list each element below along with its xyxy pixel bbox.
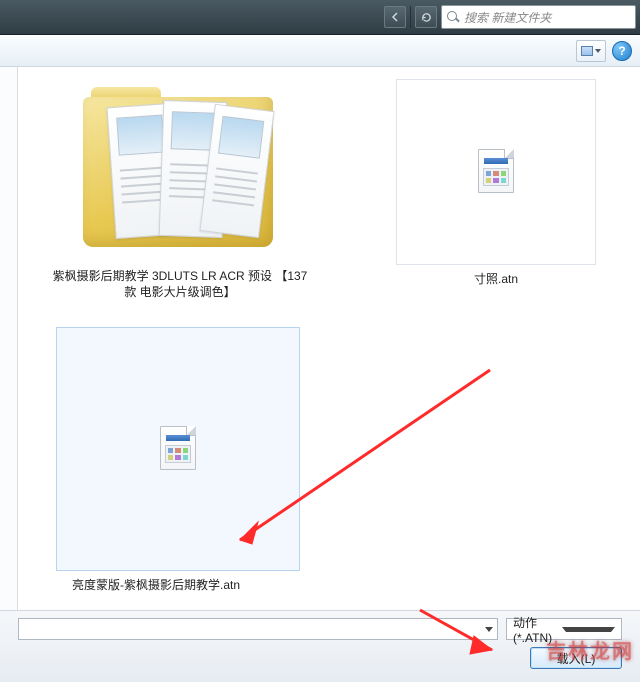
address-bar: 搜索 新建文件夹	[0, 0, 640, 35]
file-label: 紫枫摄影后期教学 3DLUTS LR ACR 预设 【137款 电影大片级调色】	[50, 268, 310, 300]
search-placeholder: 搜索 新建文件夹	[464, 9, 551, 26]
thumbnails-icon	[581, 46, 593, 56]
file-item-atn-selected[interactable]: 亮度蒙版-紫枫摄影后期教学.atn	[56, 327, 300, 593]
separator	[410, 6, 411, 28]
file-item-atn[interactable]: 寸照.atn	[396, 79, 596, 287]
watermark: 吉林龙网	[546, 635, 634, 664]
file-list[interactable]: 紫枫摄影后期教学 3DLUTS LR ACR 预设 【137款 电影大片级调色】…	[18, 67, 640, 610]
nav-back-button[interactable]	[384, 6, 406, 28]
sidebar[interactable]	[0, 67, 18, 610]
folder-item[interactable]: 紫枫摄影后期教学 3DLUTS LR ACR 预设 【137款 电影大片级调色】	[50, 79, 310, 300]
file-label: 亮度蒙版-紫枫摄影后期教学.atn	[56, 577, 256, 593]
chevron-down-icon	[562, 627, 615, 632]
search-input[interactable]: 搜索 新建文件夹	[441, 5, 636, 29]
folder-icon	[65, 79, 295, 259]
dialog-footer: 动作 (*.ATN) 载入(L)	[0, 610, 640, 682]
atn-file-icon	[472, 148, 520, 196]
help-button[interactable]: ?	[612, 41, 632, 61]
view-mode-button[interactable]	[576, 40, 606, 62]
file-label: 寸照.atn	[396, 271, 596, 287]
atn-file-icon	[154, 425, 202, 473]
help-label: ?	[618, 44, 625, 58]
search-icon	[446, 10, 460, 24]
chevron-down-icon	[595, 49, 601, 53]
chevron-down-icon	[485, 627, 493, 632]
refresh-button[interactable]	[415, 6, 437, 28]
file-browser: 紫枫摄影后期教学 3DLUTS LR ACR 预设 【137款 电影大片级调色】…	[0, 67, 640, 610]
filename-combo[interactable]	[18, 618, 498, 640]
toolbar: ?	[0, 35, 640, 67]
